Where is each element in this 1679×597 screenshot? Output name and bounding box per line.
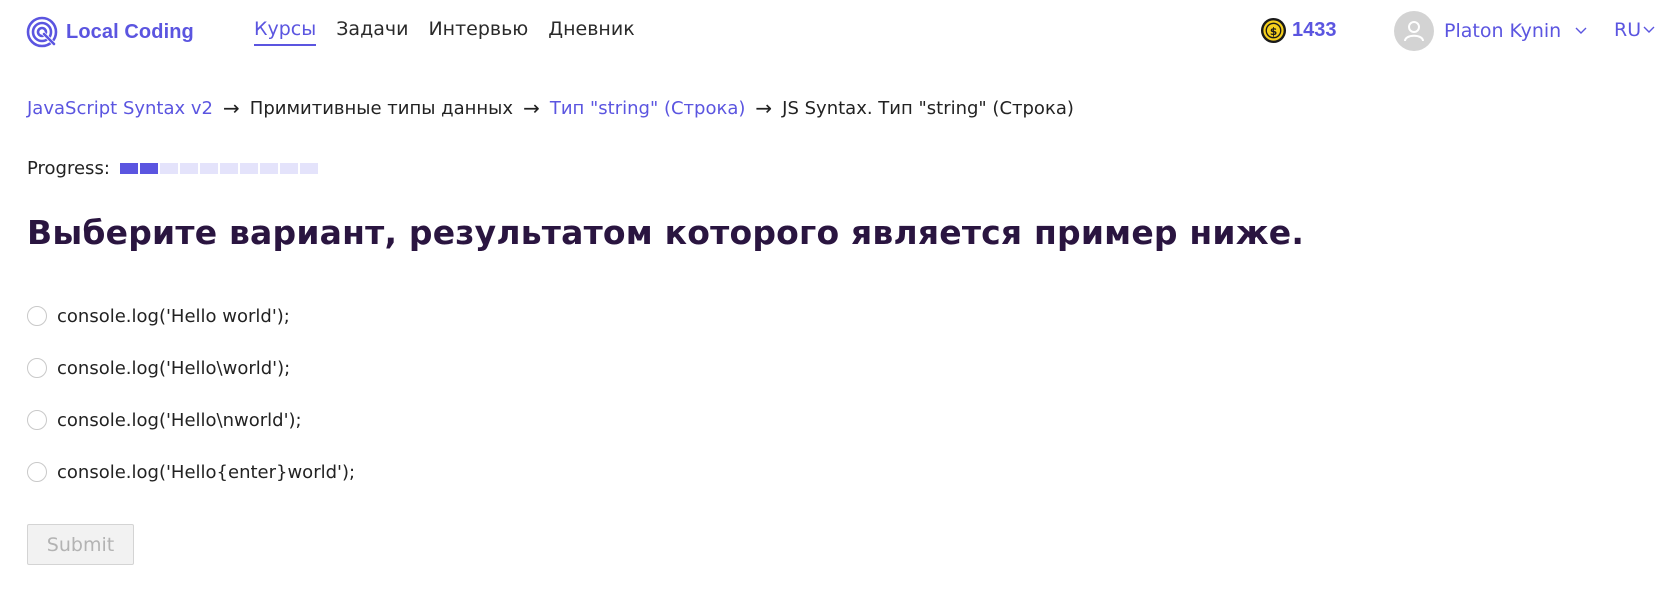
local-coding-logo-icon — [26, 16, 58, 48]
progress-track — [119, 163, 318, 174]
radio-button[interactable] — [27, 462, 47, 482]
answer-option-label: console.log('Hello\world'); — [57, 357, 291, 379]
breadcrumb-separator: → — [755, 96, 773, 120]
logo-link[interactable]: Local Coding — [26, 16, 194, 48]
answer-option-label: console.log('Hello{enter}world'); — [57, 461, 356, 483]
nav-item-courses[interactable]: Курсы — [254, 18, 317, 46]
nav-item-diary[interactable]: Дневник — [548, 18, 634, 46]
answer-option-label: console.log('Hello world'); — [57, 305, 290, 327]
coin-balance: $ 1433 — [1260, 17, 1337, 44]
progress-segment — [279, 163, 298, 174]
progress-segment — [219, 163, 238, 174]
nav-item-interview[interactable]: Интервью — [428, 18, 528, 46]
progress-segment — [159, 163, 178, 174]
answer-options: console.log('Hello world'); console.log(… — [27, 290, 355, 498]
progress-segment — [119, 163, 138, 174]
progress-segment — [299, 163, 318, 174]
coin-icon: $ — [1260, 17, 1287, 44]
language-label: RU — [1614, 19, 1642, 41]
nav-item-tasks[interactable]: Задачи — [336, 18, 408, 46]
answer-option[interactable]: console.log('Hello\world'); — [27, 342, 355, 394]
breadcrumb-separator: → — [223, 96, 240, 120]
progress-segment — [239, 163, 258, 174]
progress-segment — [179, 163, 198, 174]
progress-segment — [199, 163, 218, 174]
main-nav: Курсы Задачи Интервью Дневник — [254, 18, 635, 46]
top-navbar: Local Coding Курсы Задачи Интервью Дневн… — [0, 0, 1679, 62]
progress-segment — [259, 163, 278, 174]
brand-name: Local Coding — [66, 20, 194, 43]
coin-count: 1433 — [1292, 19, 1337, 41]
answer-option-label: console.log('Hello\nworld'); — [57, 409, 302, 431]
breadcrumb-course[interactable]: JavaScript Syntax v2 — [27, 98, 213, 119]
user-menu[interactable]: Platon Kynin — [1394, 11, 1587, 51]
radio-button[interactable] — [27, 306, 47, 326]
chevron-down-icon — [1643, 26, 1655, 33]
user-name: Platon Kynin — [1444, 20, 1562, 42]
breadcrumb-topic[interactable]: Тип "string" (Строка) — [550, 98, 746, 119]
radio-button[interactable] — [27, 358, 47, 378]
answer-option[interactable]: console.log('Hello world'); — [27, 290, 355, 342]
language-selector[interactable]: RU — [1614, 19, 1655, 41]
submit-button[interactable]: Submit — [27, 524, 134, 565]
page: Local Coding Курсы Задачи Интервью Дневн… — [0, 0, 1679, 597]
answer-option[interactable]: console.log('Hello{enter}world'); — [27, 446, 355, 498]
radio-button[interactable] — [27, 410, 47, 430]
user-avatar-icon — [1394, 11, 1434, 51]
answer-option[interactable]: console.log('Hello\nworld'); — [27, 394, 355, 446]
svg-text:$: $ — [1270, 26, 1277, 38]
chevron-down-icon — [1575, 27, 1587, 34]
progress-label: Progress: — [27, 158, 110, 179]
progress-indicator: Progress: — [27, 158, 318, 179]
breadcrumb-section: Примитивные типы данных — [249, 97, 514, 119]
breadcrumb-current: JS Syntax. Тип "string" (Строка) — [782, 97, 1074, 119]
breadcrumb: JavaScript Syntax v2 → Примитивные типы … — [27, 96, 1074, 120]
progress-segment — [139, 163, 158, 174]
breadcrumb-separator: → — [523, 96, 540, 120]
question-title: Выберите вариант, результатом которого я… — [27, 213, 1305, 252]
